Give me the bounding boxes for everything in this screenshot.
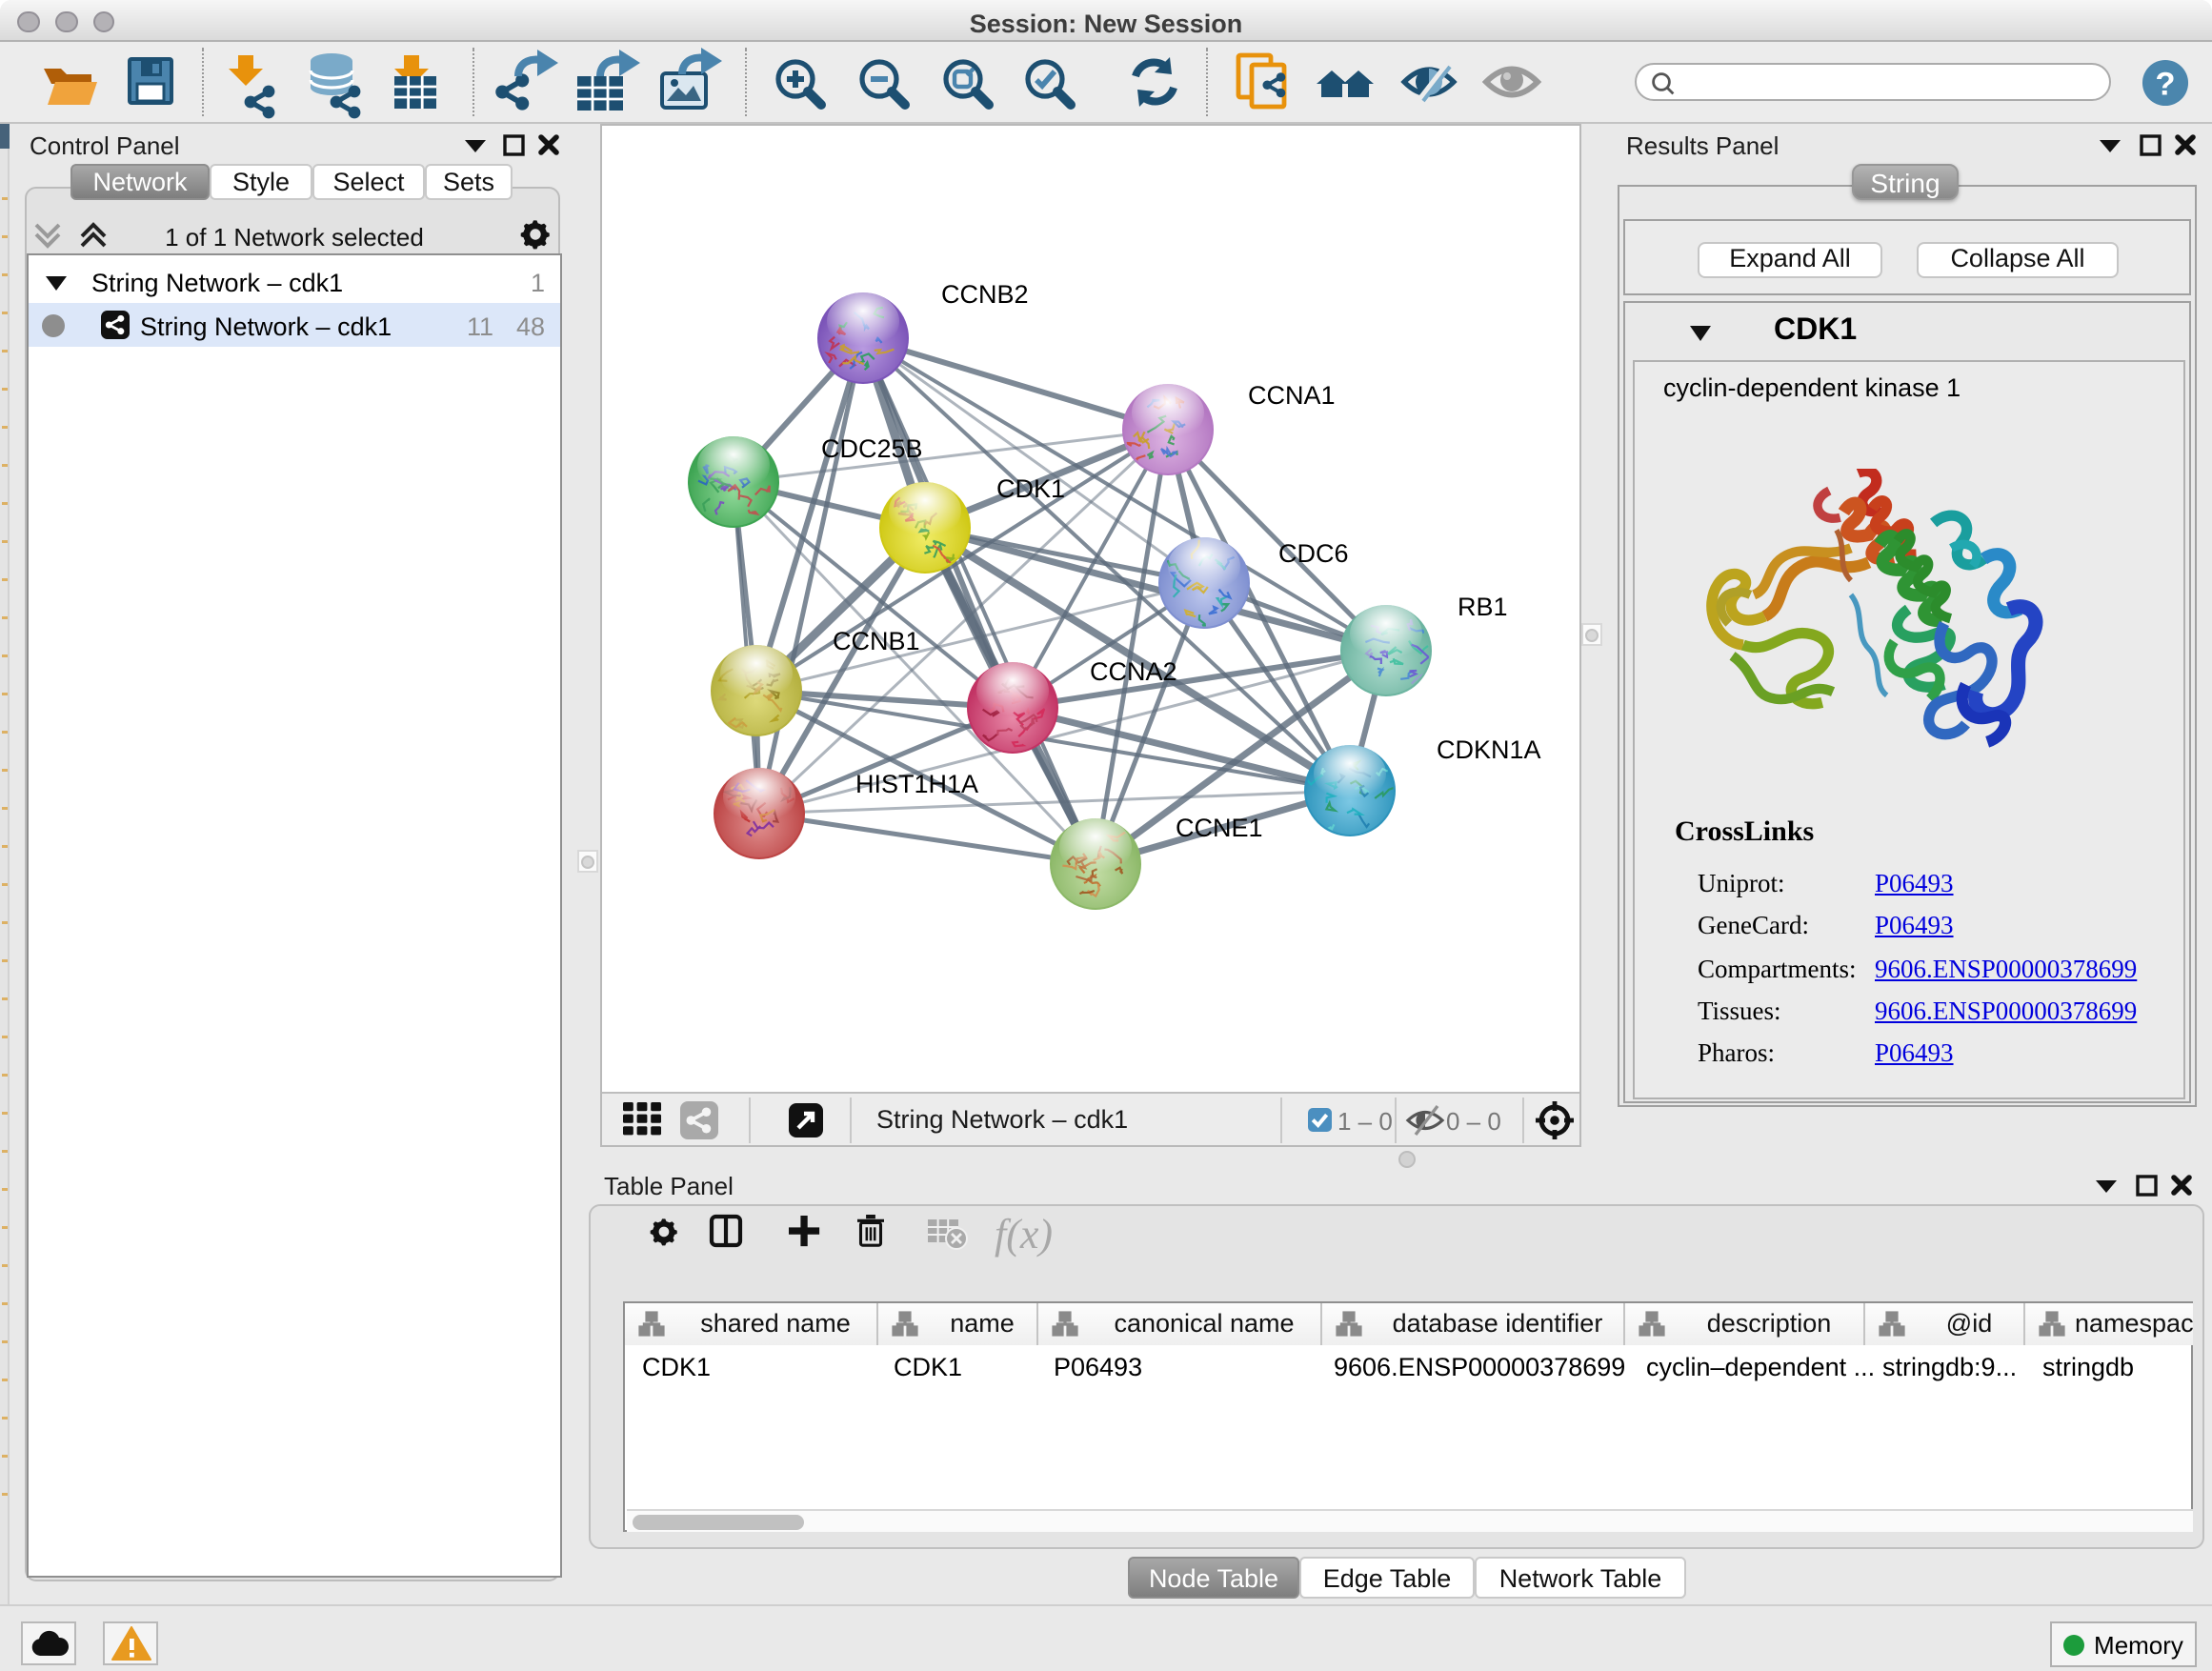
- svg-text:?: ?: [2155, 67, 2175, 103]
- svg-text:f(x): f(x): [995, 1211, 1053, 1258]
